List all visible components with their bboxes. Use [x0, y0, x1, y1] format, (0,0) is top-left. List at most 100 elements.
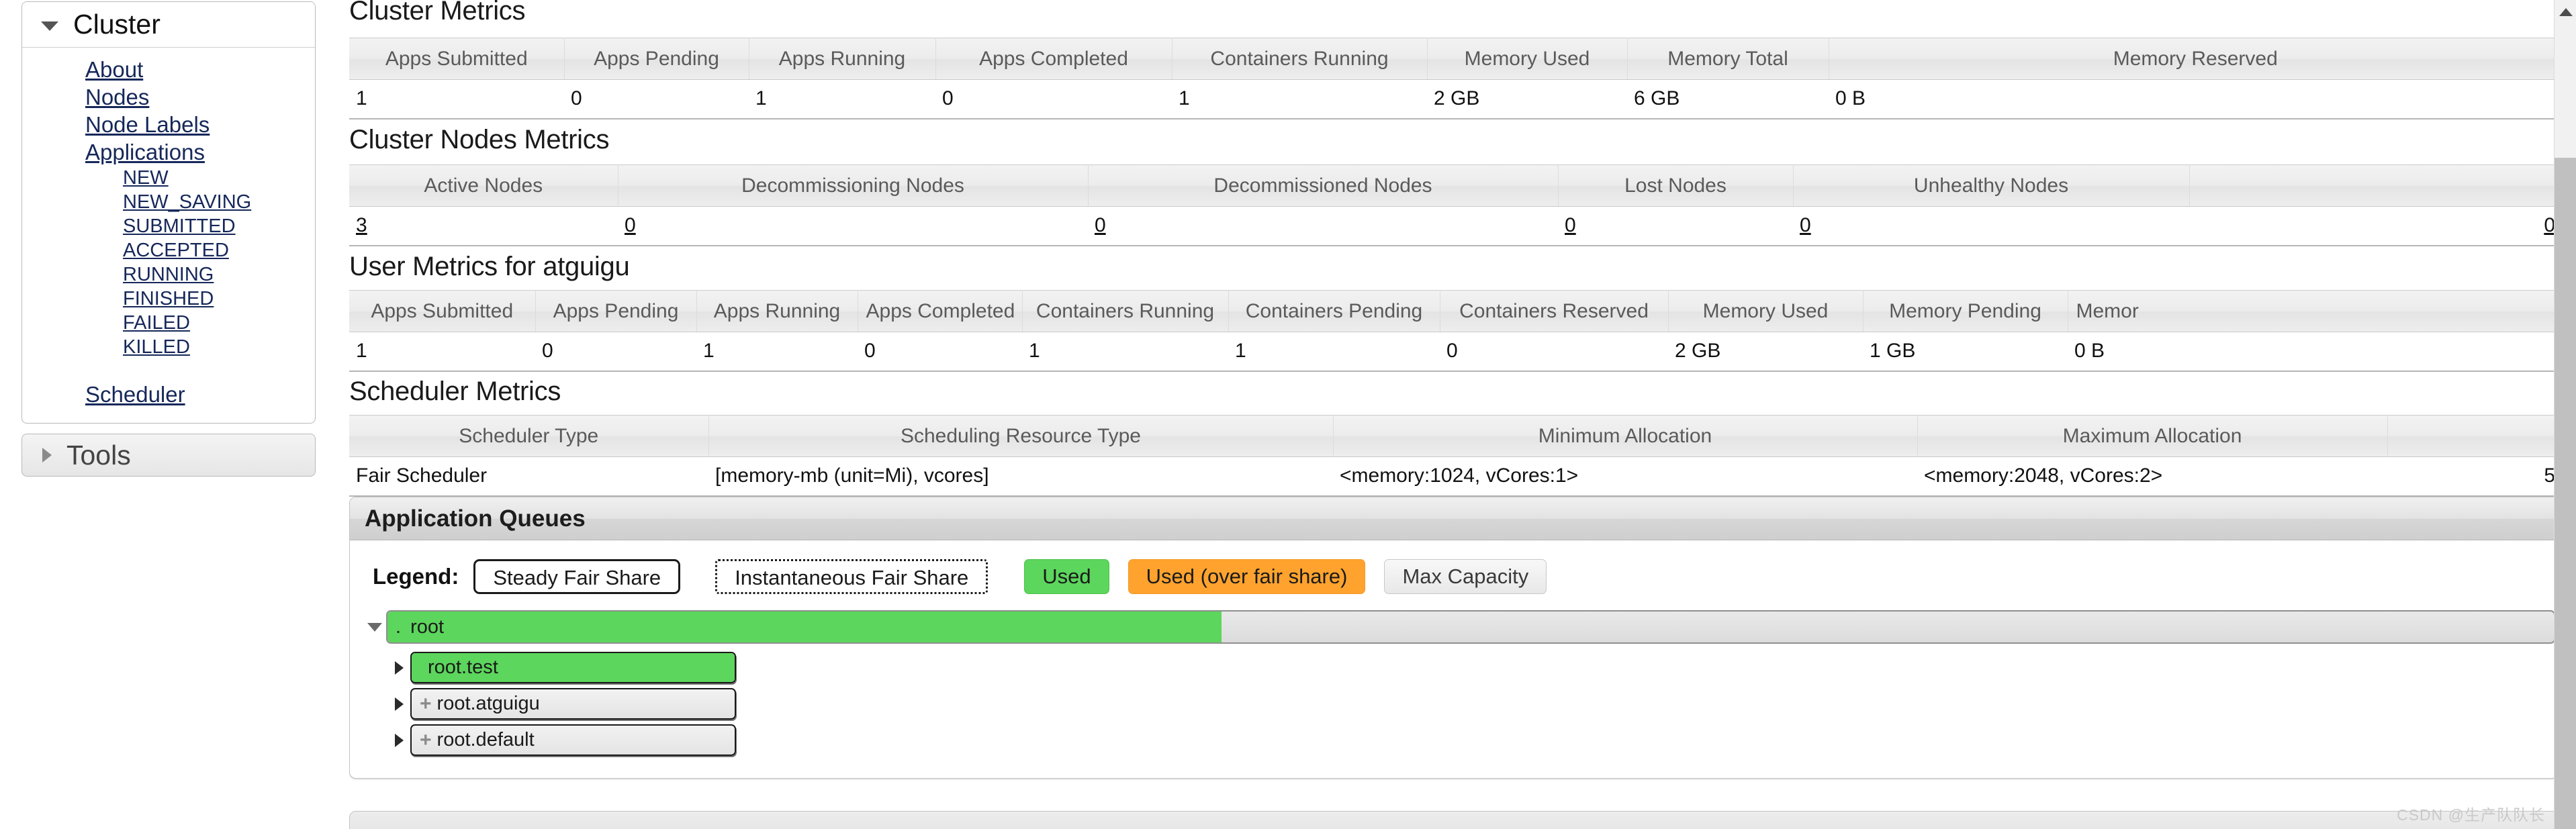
- cell-apps-pending: 0: [564, 79, 749, 119]
- col-user-memory-pending[interactable]: Memory Pending: [1863, 290, 2068, 332]
- cell-memory-reserved: 0 B: [1829, 79, 2554, 119]
- col-user-apps-completed[interactable]: Apps Completed: [858, 290, 1023, 332]
- cell-user-apps-pending: 0: [535, 332, 696, 371]
- application-queues-body: Legend: Steady Fair Share Instantaneous …: [350, 540, 2554, 778]
- triangle-right-icon[interactable]: [387, 697, 410, 711]
- queue-tree: . root root.test + root.atguigu + root.d…: [350, 610, 2554, 756]
- col-memory-total[interactable]: Memory Total: [1627, 38, 1829, 80]
- table-header-row: Active Nodes Decommissioning Nodes Decom…: [349, 164, 2554, 207]
- col-decommissioned-nodes[interactable]: Decommissioned Nodes: [1088, 164, 1559, 207]
- col-unhealthy-nodes[interactable]: Unhealthy Nodes: [1793, 164, 2190, 207]
- table-row: 1 0 1 0 1 1 0 2 GB 1 GB 0 B: [349, 332, 2554, 371]
- col-apps-submitted[interactable]: Apps Submitted: [349, 38, 565, 80]
- triangle-up-icon[interactable]: [2559, 8, 2573, 16]
- queue-row-root-default[interactable]: + root.default: [350, 724, 2554, 756]
- col-user-memory-used[interactable]: Memory Used: [1668, 290, 1864, 332]
- triangle-right-icon[interactable]: [387, 661, 410, 675]
- col-maximum-cluster-application-priority[interactable]: [2387, 415, 2554, 457]
- col-user-containers-running[interactable]: Containers Running: [1022, 290, 1229, 332]
- cell-memory-total: 6 GB: [1627, 79, 1829, 119]
- cell-decommissioning-nodes[interactable]: 0: [618, 206, 1088, 246]
- col-active-nodes[interactable]: Active Nodes: [349, 164, 618, 207]
- cell-scheduler-type: Fair Scheduler: [349, 456, 708, 496]
- cell-apps-running: 1: [749, 79, 935, 119]
- application-queues-title: Application Queues: [365, 505, 586, 532]
- cluster-nav-header[interactable]: Cluster: [22, 2, 315, 48]
- decommissioned-nodes-link[interactable]: 0: [1095, 214, 1106, 236]
- col-apps-pending[interactable]: Apps Pending: [564, 38, 749, 80]
- cell-user-containers-pending: 1: [1228, 332, 1440, 371]
- unhealthy-nodes-link[interactable]: 0: [1800, 214, 1811, 236]
- nodes-extra-link[interactable]: 0: [2544, 214, 2554, 236]
- triangle-right-icon[interactable]: [387, 733, 410, 747]
- sidebar-item-state-accepted[interactable]: ACCEPTED: [22, 238, 315, 262]
- cluster-metrics-heading: Cluster Metrics: [349, 0, 526, 26]
- col-user-memory-reserved[interactable]: Memor: [2068, 290, 2554, 332]
- col-minimum-allocation[interactable]: Minimum Allocation: [1333, 415, 1918, 457]
- cell-nodes-extra[interactable]: 0: [2189, 206, 2554, 246]
- queue-row-root-test[interactable]: root.test: [350, 652, 2554, 683]
- decommissioning-nodes-link[interactable]: 0: [625, 214, 636, 236]
- col-user-apps-submitted[interactable]: Apps Submitted: [349, 290, 536, 332]
- col-decommissioning-nodes[interactable]: Decommissioning Nodes: [618, 164, 1089, 207]
- col-user-containers-pending[interactable]: Containers Pending: [1228, 290, 1440, 332]
- legend-used-over-fair-share: Used (over fair share): [1128, 559, 1366, 594]
- queue-row-root[interactable]: . root: [350, 610, 2554, 644]
- sidebar-item-state-submitted[interactable]: SUBMITTED: [22, 214, 315, 238]
- cell-lost-nodes[interactable]: 0: [1558, 206, 1793, 246]
- cluster-nodes-metrics-heading: Cluster Nodes Metrics: [349, 125, 610, 154]
- queue-bar-root-test[interactable]: root.test: [410, 652, 736, 683]
- col-apps-completed[interactable]: Apps Completed: [935, 38, 1172, 80]
- col-memory-used[interactable]: Memory Used: [1427, 38, 1628, 80]
- cell-apps-completed: 0: [935, 79, 1172, 119]
- tools-nav-panel[interactable]: Tools: [21, 434, 316, 477]
- col-user-containers-reserved[interactable]: Containers Reserved: [1440, 290, 1669, 332]
- cell-user-containers-reserved: 0: [1440, 332, 1668, 371]
- active-nodes-link[interactable]: 3: [356, 214, 367, 236]
- lost-nodes-link[interactable]: 0: [1565, 214, 1576, 236]
- sidebar-item-about[interactable]: About: [22, 56, 315, 83]
- col-maximum-allocation[interactable]: Maximum Allocation: [1917, 415, 2388, 457]
- col-user-apps-pending[interactable]: Apps Pending: [535, 290, 697, 332]
- table-row: Fair Scheduler [memory-mb (unit=Mi), vco…: [349, 456, 2554, 496]
- col-scheduler-type[interactable]: Scheduler Type: [349, 415, 709, 457]
- cell-active-nodes[interactable]: 3: [349, 206, 618, 246]
- col-lost-nodes[interactable]: Lost Nodes: [1558, 164, 1794, 207]
- col-scheduling-resource-type[interactable]: Scheduling Resource Type: [708, 415, 1334, 457]
- cluster-nav-panel: Cluster About Nodes Node Labels Applicat…: [21, 1, 316, 424]
- scrollbar-thumb[interactable]: [2555, 158, 2576, 829]
- sidebar-item-scheduler[interactable]: Scheduler: [22, 381, 315, 408]
- cell-apps-submitted: 1: [349, 79, 564, 119]
- cell-user-memory-pending: 1 GB: [1863, 332, 2068, 371]
- sidebar-item-applications[interactable]: Applications: [22, 138, 315, 166]
- queue-row-root-atguigu[interactable]: + root.atguigu: [350, 688, 2554, 720]
- queue-bar-root-atguigu[interactable]: + root.atguigu: [410, 688, 736, 720]
- sidebar-item-state-failed[interactable]: FAILED: [22, 311, 315, 335]
- col-apps-running[interactable]: Apps Running: [749, 38, 936, 80]
- table-header-row: Scheduler Type Scheduling Resource Type …: [349, 415, 2554, 457]
- cell-decommissioned-nodes[interactable]: 0: [1088, 206, 1558, 246]
- cluster-nav-body: About Nodes Node Labels Applications NEW…: [22, 48, 315, 423]
- queue-bar-root[interactable]: . root: [386, 610, 2554, 644]
- sidebar-item-state-new-saving[interactable]: NEW_SAVING: [22, 190, 315, 214]
- sidebar-item-state-finished[interactable]: FINISHED: [22, 287, 315, 311]
- queue-bar-root-default[interactable]: + root.default: [410, 724, 736, 756]
- sidebar-item-state-running[interactable]: RUNNING: [22, 262, 315, 287]
- queue-marker-root: .: [396, 616, 402, 638]
- col-containers-running[interactable]: Containers Running: [1172, 38, 1428, 80]
- table-header-row: Apps Submitted Apps Pending Apps Running…: [349, 290, 2554, 332]
- sidebar-item-state-killed[interactable]: KILLED: [22, 335, 315, 359]
- expand-plus-icon[interactable]: +: [412, 729, 432, 752]
- sidebar-item-nodes[interactable]: Nodes: [22, 83, 315, 111]
- expand-plus-icon[interactable]: +: [412, 693, 432, 716]
- queue-label-root-test: root.test: [428, 656, 498, 678]
- cell-unhealthy-nodes[interactable]: 0: [1793, 206, 2189, 246]
- sidebar-item-state-new[interactable]: NEW: [22, 166, 315, 190]
- col-nodes-extra[interactable]: [2189, 164, 2554, 207]
- vertical-scrollbar[interactable]: [2554, 0, 2576, 829]
- sidebar-item-node-labels[interactable]: Node Labels: [22, 111, 315, 138]
- col-memory-reserved[interactable]: Memory Reserved: [1829, 38, 2554, 80]
- col-user-apps-running[interactable]: Apps Running: [696, 290, 858, 332]
- cluster-metrics-table: Apps Submitted Apps Pending Apps Running…: [349, 38, 2554, 119]
- triangle-down-icon[interactable]: [363, 622, 386, 632]
